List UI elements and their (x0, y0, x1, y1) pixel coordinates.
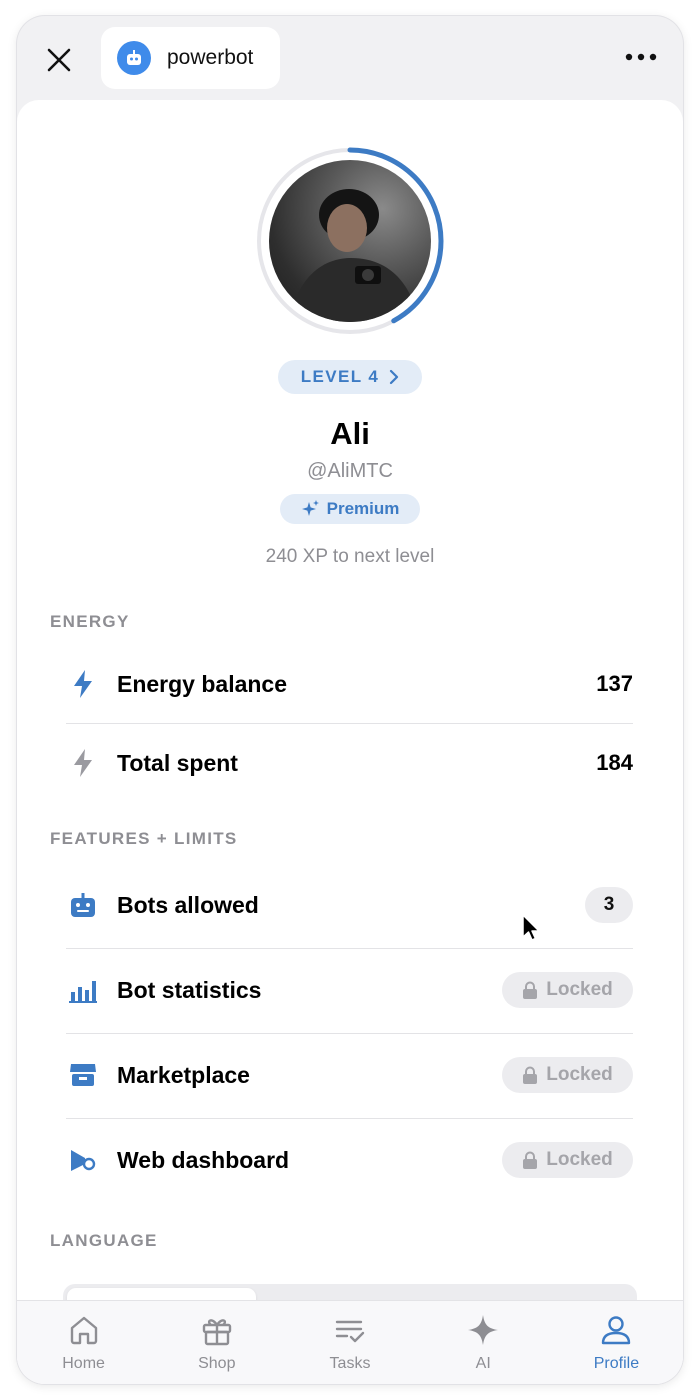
bots-allowed-row[interactable]: Bots allowed 3 (66, 870, 633, 940)
bot-avatar-icon (117, 41, 151, 75)
lightning-icon (66, 667, 100, 701)
energy-balance-label: Energy balance (117, 670, 288, 697)
sparkle-icon (301, 500, 319, 516)
bots-allowed-label: Bots allowed (117, 891, 259, 918)
profile-icon (597, 1311, 635, 1349)
more-button[interactable] (623, 42, 659, 72)
gift-icon (198, 1311, 236, 1349)
profile-name: Ali (330, 416, 370, 451)
profile-avatar[interactable] (255, 146, 445, 336)
nav-label-shop: Shop (198, 1355, 236, 1372)
locked-badge: Locked (502, 1057, 633, 1093)
more-horizontal-icon (625, 53, 657, 61)
app-title-pill[interactable]: powerbot (101, 27, 280, 89)
bot-statistics-label: Bot statistics (117, 976, 262, 1003)
web-dashboard-row[interactable]: Web dashboard Locked (66, 1125, 633, 1195)
language-section-label: LANGUAGE (50, 1231, 158, 1250)
locked-badge: Locked (502, 972, 633, 1008)
bot-icon (66, 888, 100, 922)
web-dashboard-label: Web dashboard (117, 1146, 290, 1173)
energy-balance-value: 137 (596, 671, 633, 696)
nav-label-tasks: Tasks (329, 1355, 371, 1372)
nav-label-ai: AI (475, 1355, 491, 1372)
nav-item-ai[interactable]: AI (417, 1301, 550, 1384)
megaphone-icon (66, 1143, 100, 1177)
nav-item-tasks[interactable]: Tasks (283, 1301, 416, 1384)
locked-label: Locked (546, 979, 613, 1000)
xp-to-next-level: 240 XP to next level (265, 546, 435, 567)
home-icon (65, 1311, 103, 1349)
app-name: powerbot (167, 46, 254, 69)
sparkle-icon (464, 1311, 502, 1349)
energy-section-label: ENERGY (50, 612, 130, 631)
lock-icon (523, 981, 538, 999)
level-button[interactable]: LEVEL 4 (278, 360, 422, 394)
locked-label: Locked (546, 1064, 613, 1085)
bot-statistics-row[interactable]: Bot statistics Locked (66, 955, 633, 1025)
total-spent-value: 184 (596, 750, 633, 775)
total-spent-row: Total spent 184 (66, 728, 633, 798)
bar-chart-icon (66, 973, 100, 1007)
avatar-photo (269, 160, 431, 322)
store-icon (66, 1058, 100, 1092)
lightning-gray-icon (66, 746, 100, 780)
features-section-label: FEATURES + LIMITS (50, 829, 238, 848)
level-label: LEVEL 4 (300, 367, 380, 386)
profile-sheet: LEVEL 4 Ali @AliMTC Premium 240 XP to ne… (17, 100, 683, 1384)
divider (66, 1118, 633, 1119)
energy-balance-row: Energy balance 137 (66, 649, 633, 719)
nav-item-profile[interactable]: Profile (550, 1301, 683, 1384)
locked-badge: Locked (502, 1142, 633, 1178)
close-button[interactable] (41, 42, 77, 78)
chevron-right-icon (390, 369, 399, 385)
bottom-nav: Home Shop Tasks AI Profile (17, 1300, 683, 1384)
lock-icon (523, 1066, 538, 1084)
close-icon (47, 48, 71, 72)
total-spent-label: Total spent (117, 749, 238, 776)
premium-label: Premium (326, 499, 400, 518)
nav-item-home[interactable]: Home (17, 1301, 150, 1384)
locked-label: Locked (546, 1149, 613, 1170)
lock-icon (523, 1151, 538, 1169)
profile-handle: @AliMTC (307, 460, 393, 482)
phone-frame: powerbot LEVEL 4 Ali @AliMTC Premium 240… (17, 16, 683, 1384)
nav-label-home: Home (62, 1355, 105, 1372)
divider (66, 948, 633, 949)
divider (66, 1033, 633, 1034)
marketplace-row[interactable]: Marketplace Locked (66, 1040, 633, 1110)
mouse-cursor-icon (522, 914, 540, 941)
nav-item-shop[interactable]: Shop (150, 1301, 283, 1384)
divider (66, 723, 633, 724)
bots-allowed-count: 3 (585, 887, 633, 923)
premium-badge[interactable]: Premium (280, 494, 420, 524)
marketplace-label: Marketplace (117, 1061, 250, 1088)
top-bar: powerbot (17, 16, 683, 100)
nav-label-profile: Profile (593, 1355, 640, 1372)
tasks-icon (331, 1311, 369, 1349)
